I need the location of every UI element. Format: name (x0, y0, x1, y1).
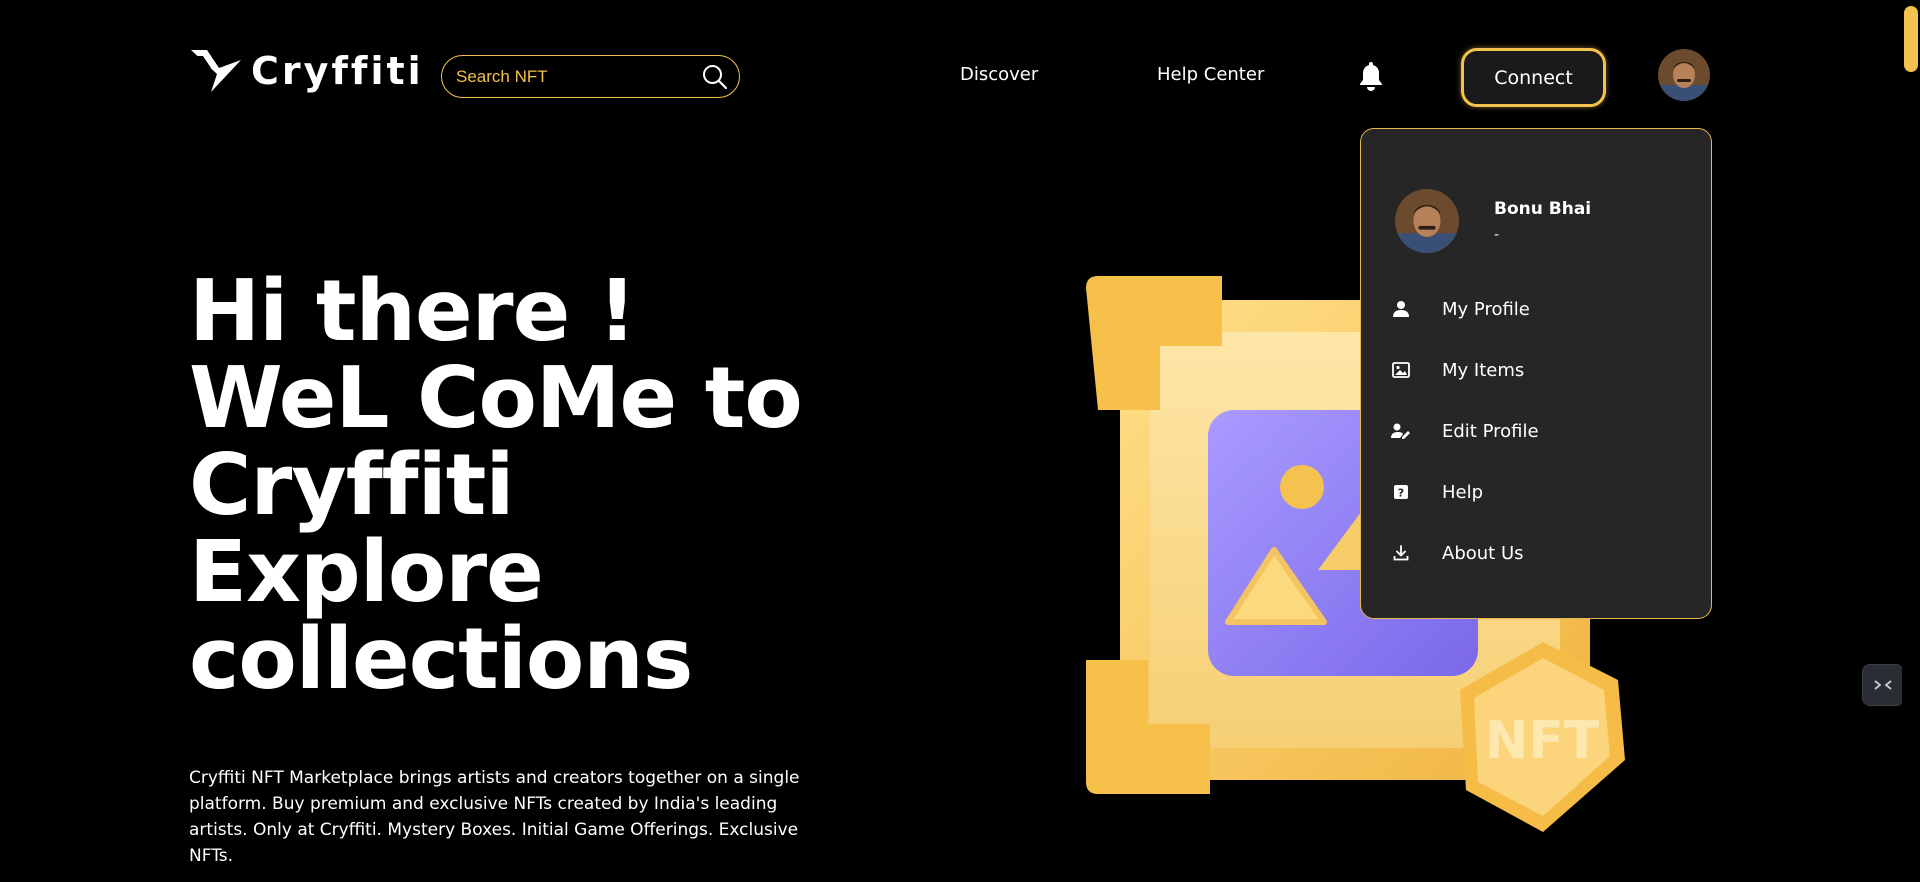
menu-item-label: My Profile (1442, 298, 1530, 320)
menu-item-help[interactable]: ? Help (1391, 474, 1681, 510)
search-icon[interactable] (701, 63, 729, 91)
menu-item-edit-profile[interactable]: Edit Profile (1391, 413, 1681, 449)
search-input[interactable] (454, 65, 701, 88)
nav-discover[interactable]: Discover (960, 66, 1038, 84)
logo-bird-icon (191, 50, 241, 92)
brand-logo[interactable]: Cryffiti (189, 46, 424, 96)
download-icon (1391, 543, 1411, 563)
menu-item-label: My Items (1442, 359, 1525, 381)
profile-dropdown-menu: Bonu Bhai - My Profile My Items Edit Pro… (1360, 128, 1712, 619)
menu-item-label: Help (1442, 481, 1484, 503)
nav-help-center[interactable]: Help Center (1157, 66, 1264, 84)
question-icon: ? (1391, 482, 1411, 502)
connect-button[interactable]: Connect (1461, 48, 1606, 107)
menu-item-my-items[interactable]: My Items (1391, 352, 1681, 388)
image-icon (1391, 360, 1411, 380)
hero-description: Cryffiti NFT Marketplace brings artists … (189, 768, 800, 866)
browser-extension-widget[interactable] (1862, 664, 1904, 706)
user-avatar[interactable] (1658, 49, 1710, 101)
user-edit-icon (1391, 421, 1411, 441)
user-icon (1391, 299, 1411, 319)
menu-item-about-us[interactable]: About Us (1391, 535, 1681, 571)
scrollbar-thumb[interactable] (1904, 6, 1918, 72)
brand-name: Cryffiti (251, 49, 424, 93)
terminal-icon (1874, 680, 1892, 690)
menu-item-label: Edit Profile (1442, 420, 1539, 442)
dropdown-user-subtitle: - (1494, 226, 1499, 243)
dropdown-user-name: Bonu Bhai (1494, 199, 1592, 219)
notification-bell-icon[interactable] (1357, 60, 1385, 92)
search-box (441, 55, 740, 98)
dropdown-avatar (1395, 189, 1459, 253)
scrollbar[interactable] (1902, 0, 1920, 882)
nft-badge-text: NFT (1485, 711, 1600, 771)
hero-headline: Hi there ! WeL CoMe to Cryffiti Explore … (189, 262, 803, 709)
menu-item-my-profile[interactable]: My Profile (1391, 291, 1681, 327)
menu-item-label: About Us (1442, 542, 1524, 564)
svg-text:?: ? (1398, 487, 1404, 500)
